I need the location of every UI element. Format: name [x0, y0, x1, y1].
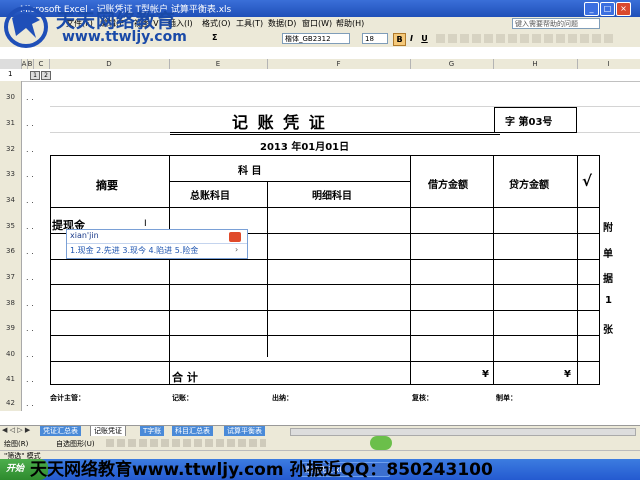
col-header-e[interactable]: E — [169, 59, 268, 69]
outline-level-1-button[interactable]: 1 — [30, 71, 40, 80]
row-header[interactable]: 37 — [0, 273, 21, 281]
menu-window[interactable]: 窗口(W) — [302, 18, 332, 29]
footer-maker: 制单： — [496, 394, 517, 402]
outline-level-2-button[interactable]: 2 — [41, 71, 51, 80]
col-header-d[interactable]: D — [49, 59, 170, 69]
total-label: 合 计 — [172, 371, 198, 384]
drawing-toolbar: 绘图(R) 自选图形(U) — [0, 436, 640, 450]
network-speed-indicator — [370, 436, 392, 450]
header-general-account: 总账科目 — [190, 191, 230, 202]
row-header[interactable]: 31 — [0, 119, 21, 127]
side-note-char: 单 — [603, 249, 613, 260]
col-header-i[interactable]: I — [577, 59, 640, 69]
menu-data[interactable]: 数据(D) — [268, 18, 296, 29]
row-header[interactable]: 40 — [0, 350, 21, 358]
side-note-char: 1 — [605, 295, 612, 306]
tab-subject-summary[interactable]: 科目汇总表 — [172, 426, 213, 436]
tab-scroll-icons[interactable]: ◀ ◁ ▷ ▶ — [2, 426, 30, 434]
help-search-input[interactable]: 键入需要帮助的问题 — [512, 18, 600, 29]
maximize-button[interactable]: □ — [600, 2, 615, 16]
row-header[interactable]: 36 — [0, 247, 21, 255]
footer-cashier: 出纳： — [272, 394, 293, 402]
ime-candidates[interactable]: 1.现金 2.先进 3.现今 4.陷进 5.险金 — [70, 245, 198, 256]
header-credit: 贷方金额 — [509, 180, 549, 191]
ime-candidate-popup[interactable]: xian'jin 1.现金 2.先进 3.现今 4.陷进 5.险金 › — [66, 229, 248, 259]
row-headers: 30 31 32 33 34 35 36 37 38 39 40 41 42 — [0, 81, 22, 411]
header-detail-account: 明细科目 — [312, 191, 352, 202]
row-header[interactable]: 42 — [0, 399, 21, 407]
col-header-c[interactable]: C — [33, 59, 50, 69]
text-cursor-icon: I — [144, 219, 147, 229]
side-note-char: 据 — [603, 274, 613, 285]
row-header[interactable]: 38 — [0, 299, 21, 307]
tab-voucher-summary[interactable]: 凭证汇总表 — [40, 426, 81, 436]
menu-format[interactable]: 格式(O) — [202, 18, 231, 29]
tab-trial-balance[interactable]: 试算平衡表 — [224, 426, 265, 436]
ime-next-page-icon[interactable]: › — [235, 245, 238, 254]
voucher-number: 字 第03号 — [505, 117, 553, 128]
outline-dots: . .. . . .. . . .. . . .. . . .. . . .. … — [26, 93, 34, 408]
tab-t-account[interactable]: T字账 — [140, 426, 165, 436]
credit-total-yen: ¥ — [564, 369, 571, 380]
underline-button[interactable]: U — [419, 33, 430, 44]
close-button[interactable]: × — [616, 2, 631, 16]
footer-reviewer: 复核： — [412, 394, 433, 402]
row-header[interactable]: 39 — [0, 324, 21, 332]
header-subject: 科 目 — [238, 166, 262, 177]
header-check-mark: √ — [582, 172, 593, 190]
row-header[interactable]: 35 — [0, 222, 21, 230]
footer-accountant: 会计主管： — [50, 394, 85, 402]
voucher-date: 2013 年01月01日 — [260, 142, 350, 153]
menu-help[interactable]: 帮助(H) — [336, 18, 364, 29]
row-header-1[interactable]: 1 — [8, 70, 12, 78]
debit-total-yen: ¥ — [482, 369, 489, 380]
horizontal-scrollbar[interactable] — [290, 428, 636, 436]
header-debit: 借方金额 — [428, 180, 468, 191]
ime-pinyin: xian'jin — [70, 231, 99, 240]
font-size-select[interactable]: 18 — [362, 33, 388, 44]
font-name-select[interactable]: 楷体_GB2312 — [282, 33, 350, 44]
col-header-g[interactable]: G — [410, 59, 494, 69]
bold-button[interactable]: B — [393, 33, 406, 46]
select-all-corner[interactable] — [0, 59, 22, 69]
row-header[interactable]: 41 — [0, 375, 21, 383]
side-note-char: 附 — [603, 223, 613, 234]
toolbar-icons[interactable] — [436, 34, 616, 43]
autoshape-menu[interactable]: 自选图形(U) — [56, 439, 95, 449]
drawing-tool-icons[interactable] — [106, 439, 266, 447]
voucher-number-box: 字 第03号 — [494, 107, 577, 133]
col-header-f[interactable]: F — [267, 59, 411, 69]
footer-banner: 天天网络教育www.ttwljy.com 孙振近QQ：850243100 — [30, 460, 493, 480]
row-header[interactable]: 34 — [0, 196, 21, 204]
col-header-h[interactable]: H — [493, 59, 578, 69]
ime-logo-icon — [229, 232, 241, 242]
autosum-button[interactable]: Σ — [212, 33, 217, 44]
brand-logo — [4, 6, 48, 48]
brand-url: www.ttwljy.com — [62, 29, 187, 45]
row-header[interactable]: 33 — [0, 170, 21, 178]
row-header[interactable]: 32 — [0, 145, 21, 153]
voucher-title: 记 账 凭 证 — [232, 113, 327, 132]
minimize-button[interactable]: _ — [584, 2, 599, 16]
header-summary: 摘要 — [96, 179, 118, 192]
row-header[interactable]: 30 — [0, 93, 21, 101]
italic-button[interactable]: I — [406, 33, 417, 44]
side-note-char: 张 — [603, 325, 613, 336]
footer-bookkeeper: 记账： — [172, 394, 193, 402]
draw-menu[interactable]: 绘图(R) — [4, 439, 28, 449]
menu-tools[interactable]: 工具(T) — [236, 18, 263, 29]
